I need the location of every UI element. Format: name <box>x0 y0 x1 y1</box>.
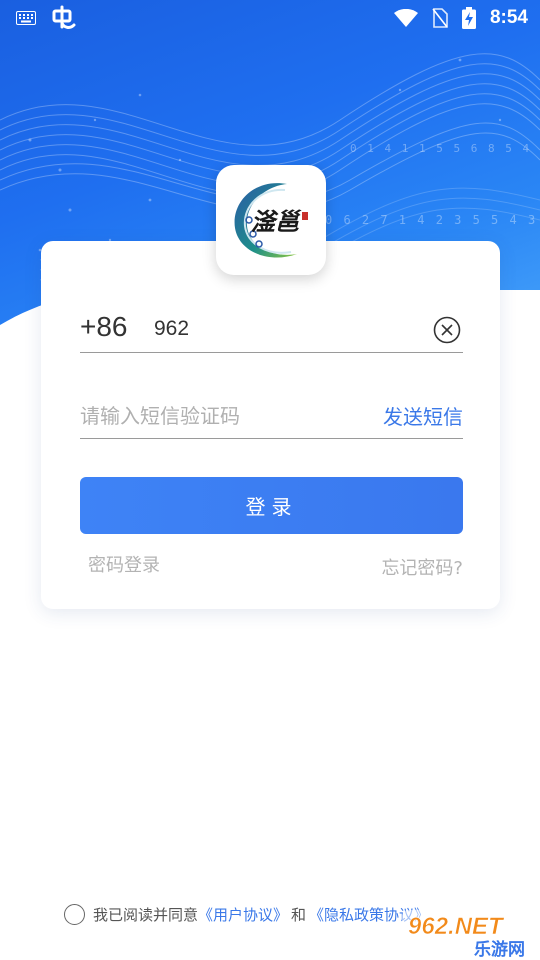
wifi-icon <box>393 9 418 27</box>
keyboard-icon <box>16 11 36 25</box>
clear-icon[interactable] <box>433 316 461 344</box>
phone-input[interactable]: 962 <box>154 317 189 341</box>
user-agreement-link[interactable]: 《用户协议》 <box>198 904 288 925</box>
bug-icon <box>52 5 76 29</box>
watermark-subtext: 乐游网 <box>474 939 525 960</box>
send-sms-button[interactable]: 发送短信 <box>383 401 463 430</box>
status-bar: 8:54 <box>0 0 540 36</box>
country-code[interactable]: +86 <box>80 311 128 343</box>
login-card: +86 962 发送短信 登录 密码登录 忘记密码? <box>41 241 500 609</box>
status-time: 8:54 <box>489 7 528 28</box>
watermark-logo: 962.NET 乐游网 <box>402 910 536 960</box>
agreement-and: 和 <box>291 905 307 924</box>
no-sim-icon <box>432 8 448 28</box>
forgot-password-link[interactable]: 忘记密码? <box>381 554 463 580</box>
password-login-link[interactable]: 密码登录 <box>88 551 160 577</box>
login-button[interactable]: 登录 <box>80 477 463 534</box>
phone-row: +86 962 <box>80 305 463 353</box>
app-logo: 滏邕 <box>216 165 326 275</box>
agreement-row: 我已阅读并同意 《用户协议》 和 《隐私政策协议》 <box>64 902 429 926</box>
agreement-radio[interactable] <box>64 903 85 925</box>
logo-emblem-icon: 滏邕 <box>234 183 308 258</box>
watermark-text: 962.NET <box>408 913 505 940</box>
code-row: 发送短信 <box>80 391 463 439</box>
logo-glyphs: 滏邕 <box>251 207 302 236</box>
decorative-digits: 0 1 4 1 1 5 5 6 8 5 4 2 3 6 <box>350 142 540 155</box>
agreement-prefix: 我已阅读并同意 <box>93 905 199 924</box>
decorative-digits: 0 6 2 7 1 4 2 3 5 5 4 3 2 1 <box>325 213 540 227</box>
sms-code-input[interactable] <box>80 399 350 433</box>
battery-charging-icon <box>461 7 476 29</box>
